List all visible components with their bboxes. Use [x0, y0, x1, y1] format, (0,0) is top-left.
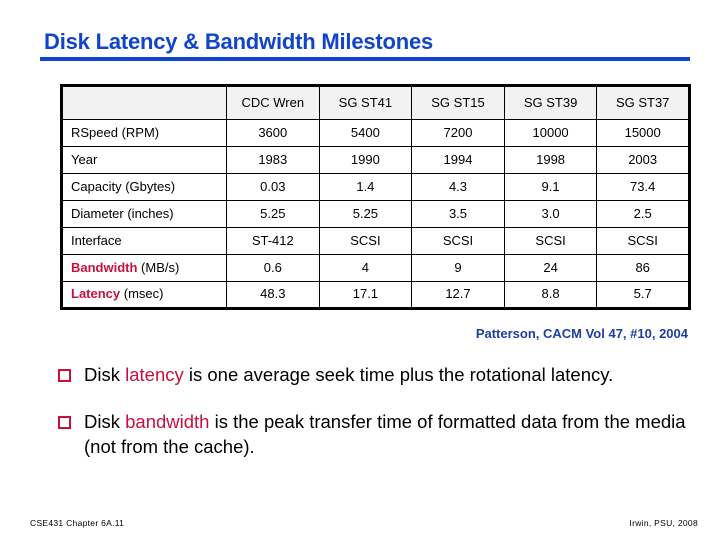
bullet-text: Disk bandwidth is the peak transfer time… [84, 409, 698, 459]
row-label: Year [61, 146, 227, 174]
bullet-key-term: latency [125, 364, 184, 385]
column-header-5: SG ST37 [596, 85, 690, 120]
table-cell: 8.8 [503, 281, 598, 309]
table-cell: 10000 [503, 119, 598, 147]
table-cell: 0.6 [226, 254, 320, 282]
table-row: Year 1983 1990 1994 1998 2003 [61, 146, 690, 174]
bullet-item: Disk bandwidth is the peak transfer time… [58, 409, 698, 459]
row-label: RSpeed (RPM) [61, 119, 227, 147]
table-row: Interface ST-412 SCSI SCSI SCSI SCSI [61, 227, 690, 255]
table-cell: 3600 [226, 119, 320, 147]
table-cell: 3.0 [503, 200, 598, 228]
bullet-rest: is one average seek time plus the rotati… [183, 364, 614, 385]
row-label-unit: (msec) [120, 286, 164, 302]
table-cell: SCSI [596, 227, 690, 255]
row-label: Latency (msec) [61, 281, 227, 309]
table-cell: 2003 [596, 146, 690, 174]
table-cell: 1994 [411, 146, 505, 174]
title-underline-rule [40, 57, 690, 61]
table-body: RSpeed (RPM) 3600 5400 7200 10000 15000 Year 19… [61, 119, 690, 309]
table-cell: 48.3 [226, 281, 320, 309]
row-label: Diameter (inches) [61, 200, 227, 228]
table-cell: 12.7 [411, 281, 505, 309]
table-cell: 5.7 [596, 281, 690, 309]
table-cell: 7200 [411, 119, 505, 147]
column-header-4: SG ST39 [503, 85, 598, 120]
table-row: Diameter (inches) 5.25 5.25 3.5 3.0 2.5 [61, 200, 690, 228]
column-header-3: SG ST15 [411, 85, 505, 120]
table-row: Capacity (Gbytes) 0.03 1.4 4.3 9.1 73.4 [61, 173, 690, 201]
table-cell: ST-412 [226, 227, 320, 255]
footer-author-label: Irwin, PSU, 2008 [629, 518, 698, 528]
table-cell: 4 [318, 254, 413, 282]
table-cell: SCSI [318, 227, 413, 255]
table-cell: 9 [411, 254, 505, 282]
table-row: RSpeed (RPM) 3600 5400 7200 10000 15000 [61, 119, 690, 147]
table-cell: 17.1 [318, 281, 413, 309]
table-cell: 1.4 [318, 173, 413, 201]
bullet-list: Disk latency is one average seek time pl… [58, 362, 698, 481]
disk-milestones-table: CDC Wren SG ST41 SG ST15 SG ST39 SG ST37 RSp… [60, 84, 691, 310]
table-cell: 4.3 [411, 173, 505, 201]
row-label: Interface [61, 227, 227, 255]
bullet-lead: Disk [84, 411, 126, 432]
bullet-text: Disk latency is one average seek time pl… [84, 362, 698, 387]
hollow-square-bullet-icon [58, 369, 71, 382]
table-cell: 3.5 [411, 200, 505, 228]
footer-course-label: CSE431 Chapter 6A.11 [30, 518, 125, 528]
table-cell: 5.25 [226, 200, 320, 228]
table-corner-cell [61, 85, 227, 120]
slide-title: Disk Latency & Bandwidth Milestones [44, 29, 434, 54]
bullet-item: Disk latency is one average seek time pl… [58, 362, 698, 387]
table-cell: 24 [503, 254, 598, 282]
table-header: CDC Wren SG ST41 SG ST15 SG ST39 SG ST37 [61, 85, 690, 120]
table-row: Bandwidth (MB/s) 0.6 4 9 24 86 [61, 254, 690, 282]
table-cell: SCSI [411, 227, 505, 255]
row-label-unit: (MB/s) [137, 259, 180, 275]
table-cell: 0.03 [226, 173, 320, 201]
table-cell: SCSI [503, 227, 598, 255]
table-cell: 73.4 [596, 173, 690, 201]
table-cell: 2.5 [596, 200, 690, 228]
column-header-1: CDC Wren [226, 85, 320, 120]
table-header-row: CDC Wren SG ST41 SG ST15 SG ST39 SG ST37 [61, 85, 690, 120]
column-header-2: SG ST41 [318, 85, 413, 120]
table-cell: 9.1 [503, 173, 598, 201]
table-cell: 1990 [318, 146, 413, 174]
table-cell: 1983 [226, 146, 320, 174]
row-label: Capacity (Gbytes) [61, 173, 227, 201]
table-cell: 5.25 [318, 200, 413, 228]
row-label-accent-term: Bandwidth [71, 259, 138, 275]
source-attribution: Patterson, CACM Vol 47, #10, 2004 [475, 326, 688, 341]
bullet-lead: Disk [84, 364, 126, 385]
table-cell: 86 [596, 254, 690, 282]
table-row: Latency (msec) 48.3 17.1 12.7 8.8 5.7 [61, 281, 690, 309]
hollow-square-bullet-icon [58, 416, 71, 429]
row-label-accent-term: Latency [71, 286, 121, 302]
table-cell: 15000 [596, 119, 690, 147]
bullet-key-term: bandwidth [125, 411, 210, 432]
table-cell: 5400 [318, 119, 413, 147]
table-cell: 1998 [503, 146, 598, 174]
row-label: Bandwidth (MB/s) [61, 254, 227, 282]
